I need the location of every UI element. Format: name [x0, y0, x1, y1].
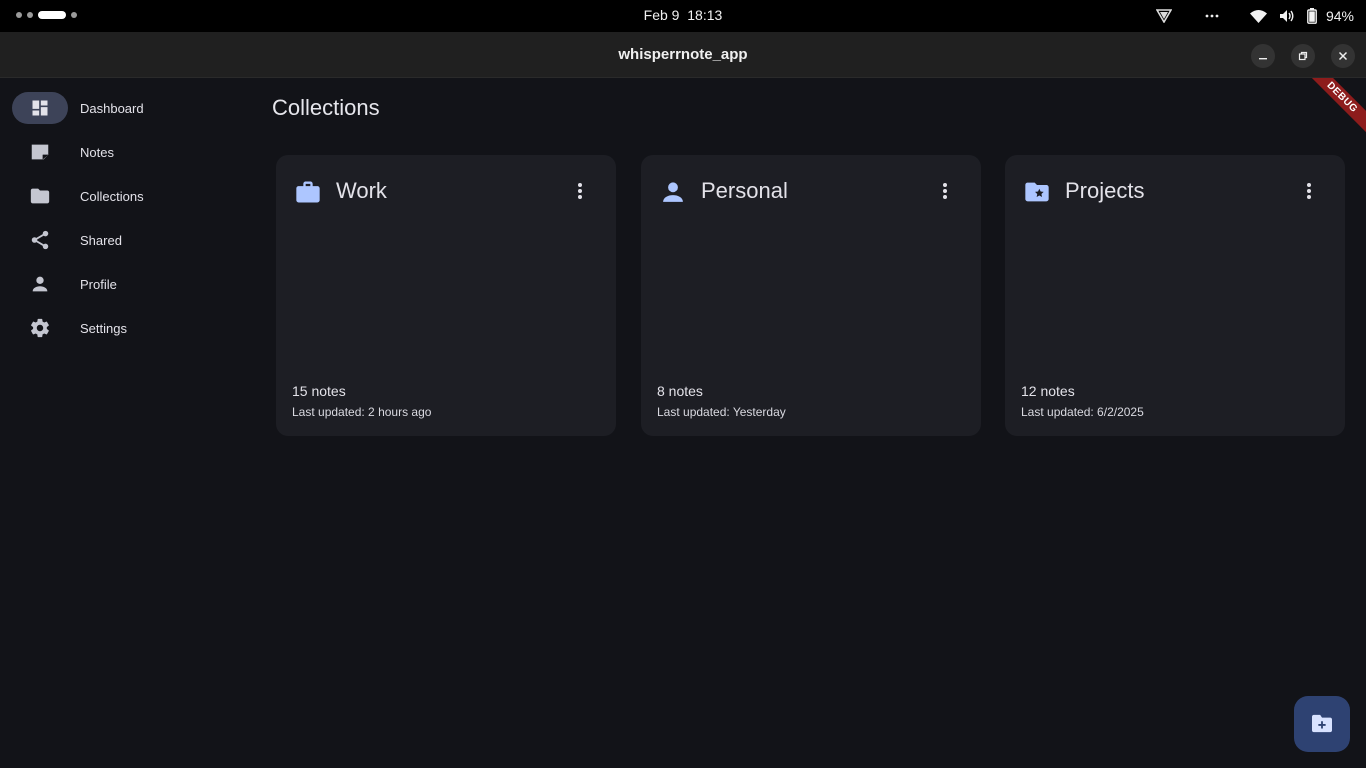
debug-banner: DEBUG	[1306, 78, 1366, 138]
nav-item-profile[interactable]: Profile	[0, 264, 250, 304]
minimize-icon	[1259, 58, 1267, 60]
folder-icon	[30, 188, 50, 204]
collection-name: Projects	[1065, 178, 1145, 203]
collection-name: Work	[336, 178, 387, 203]
share-icon	[31, 230, 49, 250]
collection-card-projects[interactable]: Projects 12 notes Last updated: 6/2/2025	[1005, 155, 1345, 436]
clock-time[interactable]: 18:13	[687, 7, 722, 23]
create-collection-fab[interactable]	[1294, 696, 1350, 752]
workspace-indicator[interactable]	[16, 11, 77, 19]
collection-name: Personal	[701, 178, 788, 203]
wifi-icon[interactable]	[1248, 0, 1270, 32]
collection-card-personal[interactable]: Personal 8 notes Last updated: Yesterday	[641, 155, 981, 436]
nav-item-collections[interactable]: Collections	[0, 176, 250, 216]
more-options-button[interactable]	[568, 179, 592, 203]
minimize-button[interactable]	[1251, 44, 1275, 68]
nav-item-dashboard[interactable]: Dashboard	[0, 88, 250, 128]
create-folder-icon	[1312, 714, 1332, 733]
note-count: 15 notes	[292, 383, 346, 399]
more-vert-icon	[578, 183, 582, 199]
nav-label-shared: Shared	[80, 232, 122, 248]
more-vert-icon	[1307, 183, 1311, 199]
more-vert-icon	[943, 183, 947, 199]
note-count: 12 notes	[1021, 383, 1075, 399]
folder-star-icon	[1025, 182, 1049, 202]
app-body: Dashboard Notes Collections Shared Profi…	[0, 78, 1366, 768]
nav-active-indicator	[12, 92, 68, 124]
note-icon	[31, 144, 49, 160]
battery-icon[interactable]	[1304, 0, 1320, 32]
nav-label-profile: Profile	[80, 276, 117, 292]
more-options-button[interactable]	[933, 179, 957, 203]
dashboard-icon	[32, 100, 48, 116]
gear-icon	[31, 318, 49, 338]
last-updated: Last updated: 6/2/2025	[1021, 405, 1144, 419]
window-title-bar[interactable]: whisperrnote_app	[0, 32, 1366, 78]
person-icon	[663, 182, 683, 202]
nav-item-notes[interactable]: Notes	[0, 132, 250, 172]
close-button[interactable]	[1331, 44, 1355, 68]
briefcase-icon	[296, 181, 320, 203]
nav-label-dashboard: Dashboard	[80, 100, 144, 116]
window-title: whisperrnote_app	[618, 46, 748, 63]
vpn-icon[interactable]	[1152, 0, 1176, 32]
restore-button[interactable]	[1291, 44, 1315, 68]
system-top-bar: Feb 9 18:13 94%	[0, 0, 1366, 32]
collection-card-work[interactable]: Work 15 notes Last updated: 2 hours ago	[276, 155, 616, 436]
person-icon	[32, 276, 48, 292]
clock-date[interactable]: Feb 9	[644, 7, 680, 23]
nav-label-collections: Collections	[80, 188, 144, 204]
battery-percent: 94%	[1325, 8, 1354, 24]
nav-item-shared[interactable]: Shared	[0, 220, 250, 260]
navigation-rail: Dashboard Notes Collections Shared Profi…	[0, 78, 250, 768]
last-updated: Last updated: 2 hours ago	[292, 405, 432, 419]
more-options-button[interactable]	[1297, 179, 1321, 203]
page-title: Collections	[272, 95, 380, 120]
nav-label-notes: Notes	[80, 144, 114, 160]
volume-icon[interactable]	[1276, 0, 1298, 32]
nav-label-settings: Settings	[80, 320, 127, 336]
close-icon	[1338, 51, 1348, 61]
restore-icon	[1298, 51, 1308, 61]
more-icon[interactable]	[1200, 0, 1224, 32]
last-updated: Last updated: Yesterday	[657, 405, 786, 419]
debug-ribbon: DEBUG	[1306, 78, 1366, 136]
nav-item-settings[interactable]: Settings	[0, 308, 250, 348]
system-tray: 94%	[1152, 0, 1354, 32]
note-count: 8 notes	[657, 383, 703, 399]
